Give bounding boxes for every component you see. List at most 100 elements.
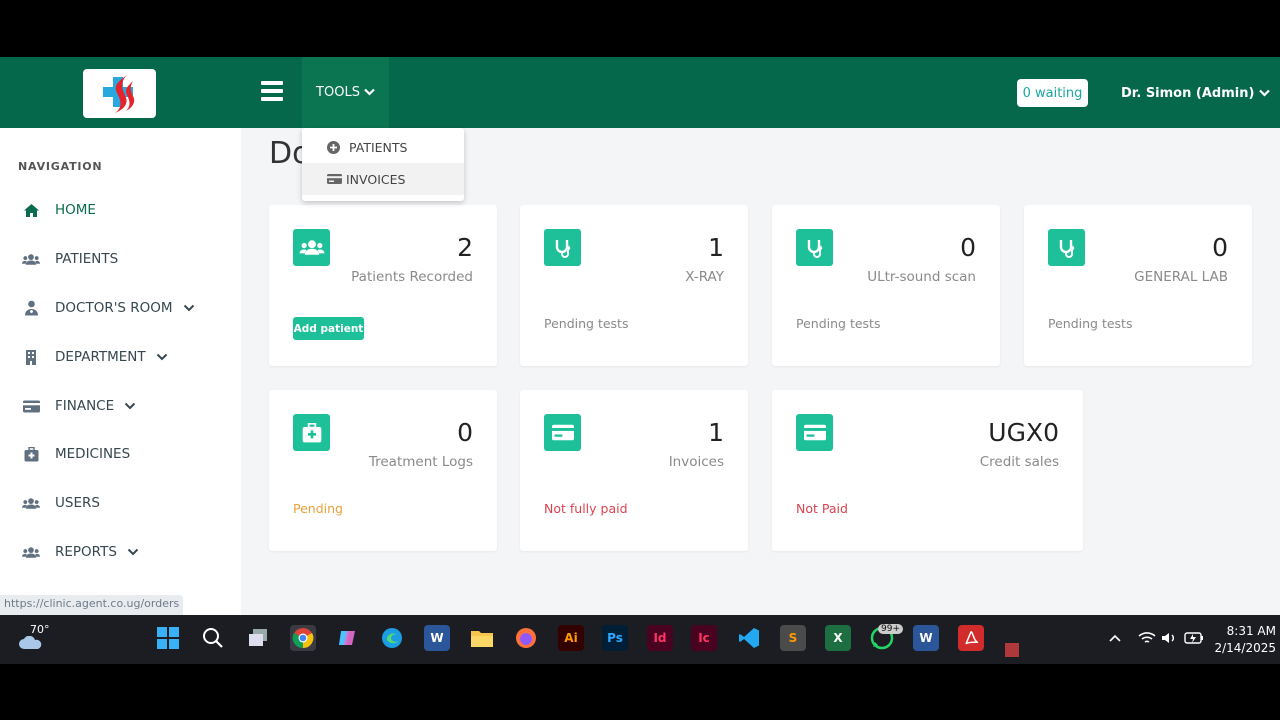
sidebar-item-patients[interactable]: PATIENTS <box>22 247 118 271</box>
main-content: Do 2 Patients Recorded Add patient 1 X-R… <box>241 128 1280 615</box>
card-label: ULtr-sound scan <box>867 269 976 285</box>
sidebar-item-label: PATIENTS <box>55 251 119 267</box>
card-value: UGX0 <box>988 418 1059 447</box>
user-name: Dr. Simon (Admin) <box>1121 85 1255 101</box>
users-icon <box>22 543 40 561</box>
users-icon <box>22 494 40 512</box>
sidebar-item-label: MEDICINES <box>55 446 131 462</box>
sidebar-item-users[interactable]: USERS <box>22 491 100 515</box>
system-clock[interactable]: 8:31 AM 2/14/2025 <box>1214 623 1276 657</box>
credit-card-icon <box>327 173 342 185</box>
card-ultrasound: 0 ULtr-sound scan Pending tests <box>772 205 1000 366</box>
medkit-icon <box>293 414 330 451</box>
task-view-icon[interactable] <box>245 625 271 651</box>
chevron-down-icon <box>364 85 375 100</box>
battery-icon[interactable] <box>1181 625 1207 651</box>
card-label: Patients Recorded <box>351 269 473 285</box>
card-label: X-RAY <box>685 269 724 285</box>
browser-viewport: TOOLS 0 waiting Dr. Simon (Admin) PATIEN… <box>0 57 1280 615</box>
search-icon[interactable] <box>200 625 226 651</box>
clinic-logo[interactable] <box>83 69 156 118</box>
excel-icon[interactable]: X <box>825 625 851 651</box>
stethoscope-icon <box>544 229 581 266</box>
sidebar-item-label: FINANCE <box>55 398 115 414</box>
chrome-icon[interactable] <box>290 625 316 651</box>
pdf-reader-icon[interactable] <box>958 625 984 651</box>
sidebar-item-home[interactable]: HOME <box>22 198 96 222</box>
card-subtext: Pending tests <box>1048 316 1133 331</box>
copilot-icon[interactable] <box>335 625 361 651</box>
file-explorer-icon[interactable] <box>469 625 495 651</box>
clock-time: 8:31 AM <box>1226 624 1276 638</box>
tools-item-label: INVOICES <box>346 171 406 187</box>
add-patient-button[interactable]: Add patient <box>293 317 364 340</box>
indesign-icon[interactable]: Id <box>647 625 673 651</box>
tools-item-patients[interactable]: PATIENTS <box>302 131 464 163</box>
credit-card-icon <box>796 414 833 451</box>
card-patients: 2 Patients Recorded Add patient <box>269 205 497 366</box>
sidebar-item-label: REPORTS <box>55 544 117 560</box>
card-value: 1 <box>708 233 724 262</box>
card-treatment-logs: 0 Treatment Logs Pending <box>269 390 497 551</box>
firefox-icon[interactable] <box>513 625 539 651</box>
weather-widget[interactable]: 70° <box>18 623 50 653</box>
chevron-down-icon <box>127 544 139 560</box>
sidebar-item-label: DEPARTMENT <box>55 349 146 365</box>
sidebar-item-department[interactable]: DEPARTMENT <box>22 345 168 369</box>
credit-card-icon <box>22 397 40 415</box>
card-subtext: Not fully paid <box>544 501 628 516</box>
doctor-icon <box>22 299 40 317</box>
card-xray: 1 X-RAY Pending tests <box>520 205 748 366</box>
users-icon <box>293 229 330 266</box>
windows-taskbar: 70° W Ai Ps Id Ic S X 99+ W 8:31 AM 2/14… <box>0 615 1280 664</box>
sidebar-item-reports[interactable]: REPORTS <box>22 540 139 564</box>
sidebar-item-finance[interactable]: FINANCE <box>22 394 136 418</box>
photoshop-icon[interactable]: Ps <box>602 625 628 651</box>
user-menu[interactable]: Dr. Simon (Admin) <box>1121 79 1271 107</box>
card-label: Invoices <box>668 454 724 470</box>
top-navbar: TOOLS 0 waiting Dr. Simon (Admin) <box>0 57 1280 128</box>
card-label: Treatment Logs <box>368 454 473 470</box>
sidebar-item-medicines[interactable]: MEDICINES <box>22 442 130 466</box>
sublime-icon[interactable]: S <box>780 625 806 651</box>
chevron-down-icon <box>124 398 136 414</box>
tools-menu-button[interactable]: TOOLS <box>302 57 389 128</box>
word-doc-icon[interactable]: W <box>424 625 450 651</box>
nav-heading: NAVIGATION <box>18 160 103 173</box>
card-subtext: Pending tests <box>796 316 881 331</box>
credit-card-icon <box>544 414 581 451</box>
chevron-down-icon <box>183 300 195 316</box>
card-label: GENERAL LAB <box>1134 269 1228 285</box>
chevron-down-icon <box>156 349 168 365</box>
tools-label: TOOLS <box>316 85 360 100</box>
weather-temp: 70° <box>30 623 50 636</box>
card-subtext: Pending tests <box>544 316 629 331</box>
plus-circle-icon <box>327 140 340 154</box>
waiting-badge[interactable]: 0 waiting <box>1017 79 1088 107</box>
tools-dropdown: PATIENTS INVOICES <box>302 128 464 201</box>
card-subtext: Pending <box>293 501 343 516</box>
windows-start-icon[interactable] <box>155 625 181 651</box>
tools-item-label: PATIENTS <box>349 139 408 155</box>
menu-toggle-button[interactable] <box>261 81 283 101</box>
sidebar: NAVIGATION HOME PATIENTS DOCTOR'S ROOM D… <box>0 128 241 615</box>
tools-item-invoices[interactable]: INVOICES <box>302 163 464 195</box>
edge-icon[interactable] <box>379 625 405 651</box>
app-icon[interactable] <box>1003 639 1023 659</box>
sidebar-item-label: USERS <box>55 495 100 511</box>
illustrator-icon[interactable]: Ai <box>558 625 584 651</box>
volume-icon[interactable] <box>1156 625 1182 651</box>
card-label: Credit sales <box>979 454 1059 470</box>
card-value: 0 <box>1212 233 1228 262</box>
card-value: 0 <box>457 418 473 447</box>
vscode-icon[interactable] <box>736 625 762 651</box>
users-icon <box>22 250 40 268</box>
sidebar-item-doctors-room[interactable]: DOCTOR'S ROOM <box>22 296 195 320</box>
building-icon <box>22 348 40 366</box>
sidebar-item-label: DOCTOR'S ROOM <box>55 300 173 316</box>
word-icon[interactable]: W <box>913 625 939 651</box>
chevron-up-icon[interactable] <box>1102 625 1128 651</box>
incopy-icon[interactable]: Ic <box>691 625 717 651</box>
card-general-lab: 0 GENERAL LAB Pending tests <box>1024 205 1252 366</box>
stethoscope-icon <box>1048 229 1085 266</box>
